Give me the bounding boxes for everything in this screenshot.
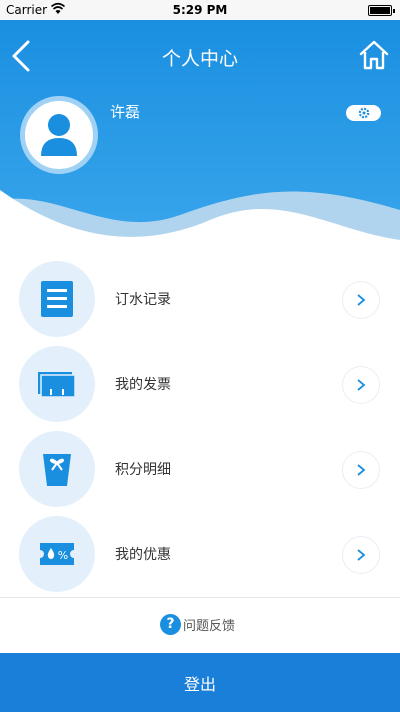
user-icon [41, 114, 77, 156]
wave-decoration [0, 190, 400, 250]
points-gift-icon [19, 431, 95, 507]
chevron-right-icon [342, 451, 380, 489]
feedback-label: 问题反馈 [183, 618, 236, 634]
status-time: 5:29 PM [172, 3, 228, 17]
menu-item-invoice[interactable]: 我的发票 [0, 341, 400, 426]
feedback-link[interactable]: ? 问题反馈 [160, 613, 235, 635]
chevron-right-icon [342, 281, 380, 319]
coupon-icon: % [19, 516, 95, 592]
settings-button[interactable] [346, 105, 381, 121]
nav-bar: 个人中心 [0, 20, 400, 92]
logout-button[interactable]: 登出 [0, 653, 400, 712]
username: 许磊 [110, 103, 141, 121]
gear-icon [358, 107, 369, 119]
menu-item-label: 我的优惠 [115, 547, 171, 563]
menu-item-label: 积分明细 [115, 462, 171, 478]
question-icon: ? [160, 613, 181, 635]
home-button[interactable] [358, 38, 390, 72]
chevron-right-icon [342, 536, 380, 574]
menu-item-coupon[interactable]: % 我的优惠 [0, 511, 400, 596]
menu-item-label: 我的发票 [115, 377, 171, 393]
menu-item-label: 订水记录 [115, 292, 171, 308]
page-title: 个人中心 [161, 48, 238, 70]
logout-label: 登出 [183, 674, 216, 694]
divider [0, 597, 400, 598]
home-icon [359, 40, 389, 70]
menu-item-points[interactable]: 积分明细 [0, 426, 400, 511]
order-record-icon [19, 261, 95, 337]
battery-icon [368, 5, 395, 16]
svg-text:%: % [58, 549, 68, 562]
status-bar: Carrier 5:29 PM [0, 0, 400, 20]
menu-list: 订水记录 我的发票 积分明细 % 我的优惠 [0, 256, 400, 596]
avatar[interactable] [20, 96, 98, 174]
invoice-icon [19, 346, 95, 422]
menu-item-order-record[interactable]: 订水记录 [0, 256, 400, 341]
chevron-right-icon [342, 366, 380, 404]
